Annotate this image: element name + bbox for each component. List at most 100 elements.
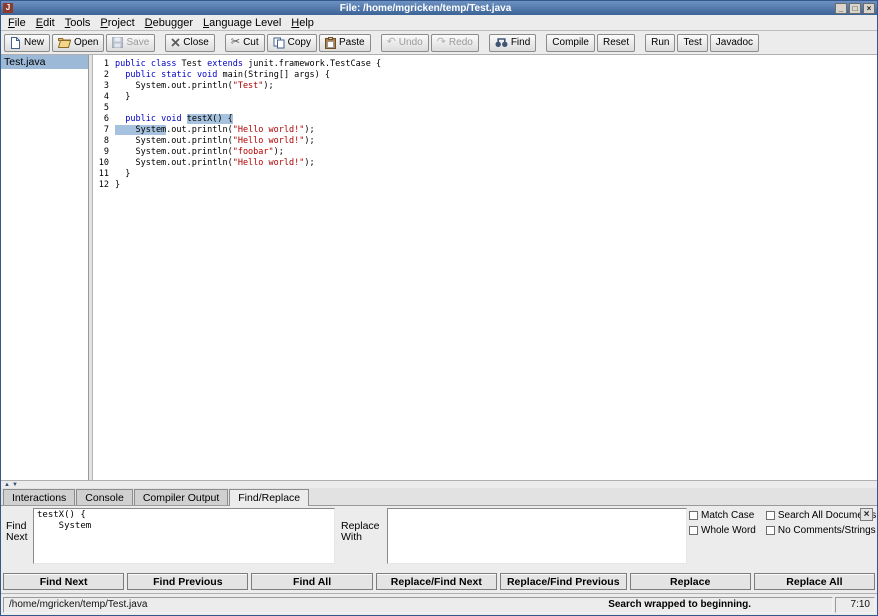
toolbar-button-label: New — [24, 37, 44, 48]
checkbox-label: Whole Word — [701, 525, 756, 536]
checkbox-whole-word[interactable]: Whole Word — [689, 525, 756, 536]
replace-all-button[interactable]: Replace All — [754, 573, 875, 590]
close-button[interactable]: Close — [165, 34, 215, 52]
line-number: 9 — [95, 147, 109, 158]
menu-file[interactable]: File — [3, 16, 31, 30]
close-file-icon — [171, 38, 180, 47]
tab-interactions[interactable]: Interactions — [3, 489, 75, 505]
find-replace-buttons: Find NextFind PreviousFind AllReplace/Fi… — [3, 573, 875, 590]
redo-arrow-icon: ↷ — [437, 37, 446, 48]
compile-button[interactable]: Compile — [546, 34, 595, 52]
file-item-test-java[interactable]: Test.java — [1, 55, 88, 69]
line-number: 1 — [95, 59, 109, 70]
copy-pages-icon — [273, 37, 285, 49]
code-line-9[interactable]: System.out.println("foobar"); — [115, 147, 877, 158]
find-replace-panel: Find Next testX() { System Replace With … — [1, 506, 877, 593]
file-list: Test.java — [1, 55, 89, 480]
test-button[interactable]: Test — [677, 34, 707, 52]
find-previous-button[interactable]: Find Previous — [127, 573, 248, 590]
checkbox-box — [689, 526, 698, 535]
save-button[interactable]: Save — [106, 34, 155, 52]
replace-find-previous-button[interactable]: Replace/Find Previous — [500, 573, 627, 590]
checkbox-no-comments-strings[interactable]: No Comments/Strings — [766, 525, 876, 536]
toolbar-button-label: Close — [183, 37, 209, 48]
minimize-button[interactable]: _ — [835, 3, 847, 14]
toolbar-button-label: Javadoc — [716, 37, 753, 48]
replace-field[interactable] — [387, 508, 687, 564]
code-line-2[interactable]: public static void main(String[] args) { — [115, 70, 877, 81]
menu-language-level[interactable]: Language Level — [198, 16, 286, 30]
code-line-10[interactable]: System.out.println("Hello world!"); — [115, 158, 877, 169]
code-line-4[interactable]: } — [115, 92, 877, 103]
menu-debugger[interactable]: Debugger — [140, 16, 198, 30]
find-binoculars-icon — [495, 37, 508, 48]
open-button[interactable]: Open — [52, 34, 104, 52]
line-number: 5 — [95, 103, 109, 114]
line-number: 12 — [95, 180, 109, 191]
replace-button[interactable]: Replace — [630, 573, 751, 590]
find-field[interactable]: testX() { System — [33, 508, 335, 564]
paste-button[interactable]: Paste — [319, 34, 371, 52]
toolbar-button-label: Copy — [288, 37, 311, 48]
checkbox-box — [766, 526, 775, 535]
toolbar-button-label: Undo — [399, 37, 423, 48]
line-number: 4 — [95, 92, 109, 103]
status-file-path: /home/mgricken/temp/Test.java — [9, 599, 147, 610]
code-line-1[interactable]: public class Test extends junit.framewor… — [115, 59, 877, 70]
undo-button[interactable]: ↶Undo — [381, 34, 429, 52]
copy-button[interactable]: Copy — [267, 34, 317, 52]
javadoc-button[interactable]: Javadoc — [710, 34, 759, 52]
cut-button[interactable]: ✂Cut — [225, 34, 265, 52]
window-title: File: /home/mgricken/temp/Test.java — [16, 3, 835, 14]
new-button[interactable]: New — [4, 34, 50, 52]
redo-button[interactable]: ↷Redo — [431, 34, 479, 52]
line-number: 8 — [95, 136, 109, 147]
toolbar-button-label: Compile — [552, 37, 589, 48]
code-line-6[interactable]: public void testX() { — [115, 114, 877, 125]
replace-find-next-button[interactable]: Replace/Find Next — [376, 573, 497, 590]
code-line-8[interactable]: System.out.println("Hello world!"); — [115, 136, 877, 147]
menu-tools[interactable]: Tools — [60, 16, 96, 30]
run-button[interactable]: Run — [645, 34, 675, 52]
split-handle[interactable]: ▲ ▼ — [1, 480, 877, 488]
menu-help[interactable]: Help — [286, 16, 319, 30]
collapse-up-icon[interactable]: ▲ — [4, 482, 10, 488]
code-line-7[interactable]: System.out.println("Hello world!"); — [115, 125, 877, 136]
tab-console[interactable]: Console — [76, 489, 133, 505]
line-number: 2 — [95, 70, 109, 81]
find-next-button[interactable]: Find Next — [3, 573, 124, 590]
line-number: 3 — [95, 81, 109, 92]
checkbox-box — [689, 511, 698, 520]
close-button[interactable]: × — [863, 3, 875, 14]
checkbox-label: Match Case — [701, 510, 754, 521]
menu-project[interactable]: Project — [95, 16, 139, 30]
code-line-12[interactable]: } — [115, 180, 877, 191]
find-button[interactable]: Find — [489, 34, 536, 52]
toolbar-button-label: Paste — [339, 37, 365, 48]
replace-with-label: Replace With — [341, 521, 383, 543]
status-message: Search wrapped to beginning. — [608, 599, 751, 610]
reset-button[interactable]: Reset — [597, 34, 635, 52]
editor[interactable]: 123456789101112 public class Test extend… — [93, 55, 877, 480]
line-number: 7 — [95, 125, 109, 136]
maximize-button[interactable]: □ — [849, 3, 861, 14]
tab-compiler-output[interactable]: Compiler Output — [134, 489, 228, 505]
menu-edit[interactable]: Edit — [31, 16, 60, 30]
find-all-button[interactable]: Find All — [251, 573, 372, 590]
code-lines[interactable]: public class Test extends junit.framewor… — [115, 59, 877, 480]
toolbar-button-label: Run — [651, 37, 669, 48]
code-line-3[interactable]: System.out.println("Test"); — [115, 81, 877, 92]
checkbox-match-case[interactable]: Match Case — [689, 510, 756, 521]
toolbar-button-label: Save — [126, 37, 149, 48]
new-file-icon — [10, 37, 21, 49]
close-panel-button[interactable]: × — [860, 508, 873, 521]
caret-position: 7:10 — [835, 597, 875, 613]
code-line-5[interactable] — [115, 103, 877, 114]
save-disk-icon — [112, 37, 123, 48]
status-left-field: /home/mgricken/temp/Test.java Search wra… — [3, 597, 833, 613]
code-line-11[interactable]: } — [115, 169, 877, 180]
tab-find-replace[interactable]: Find/Replace — [229, 489, 309, 506]
checkbox-label: No Comments/Strings — [778, 525, 876, 536]
collapse-down-icon[interactable]: ▼ — [12, 482, 18, 488]
line-number: 11 — [95, 169, 109, 180]
